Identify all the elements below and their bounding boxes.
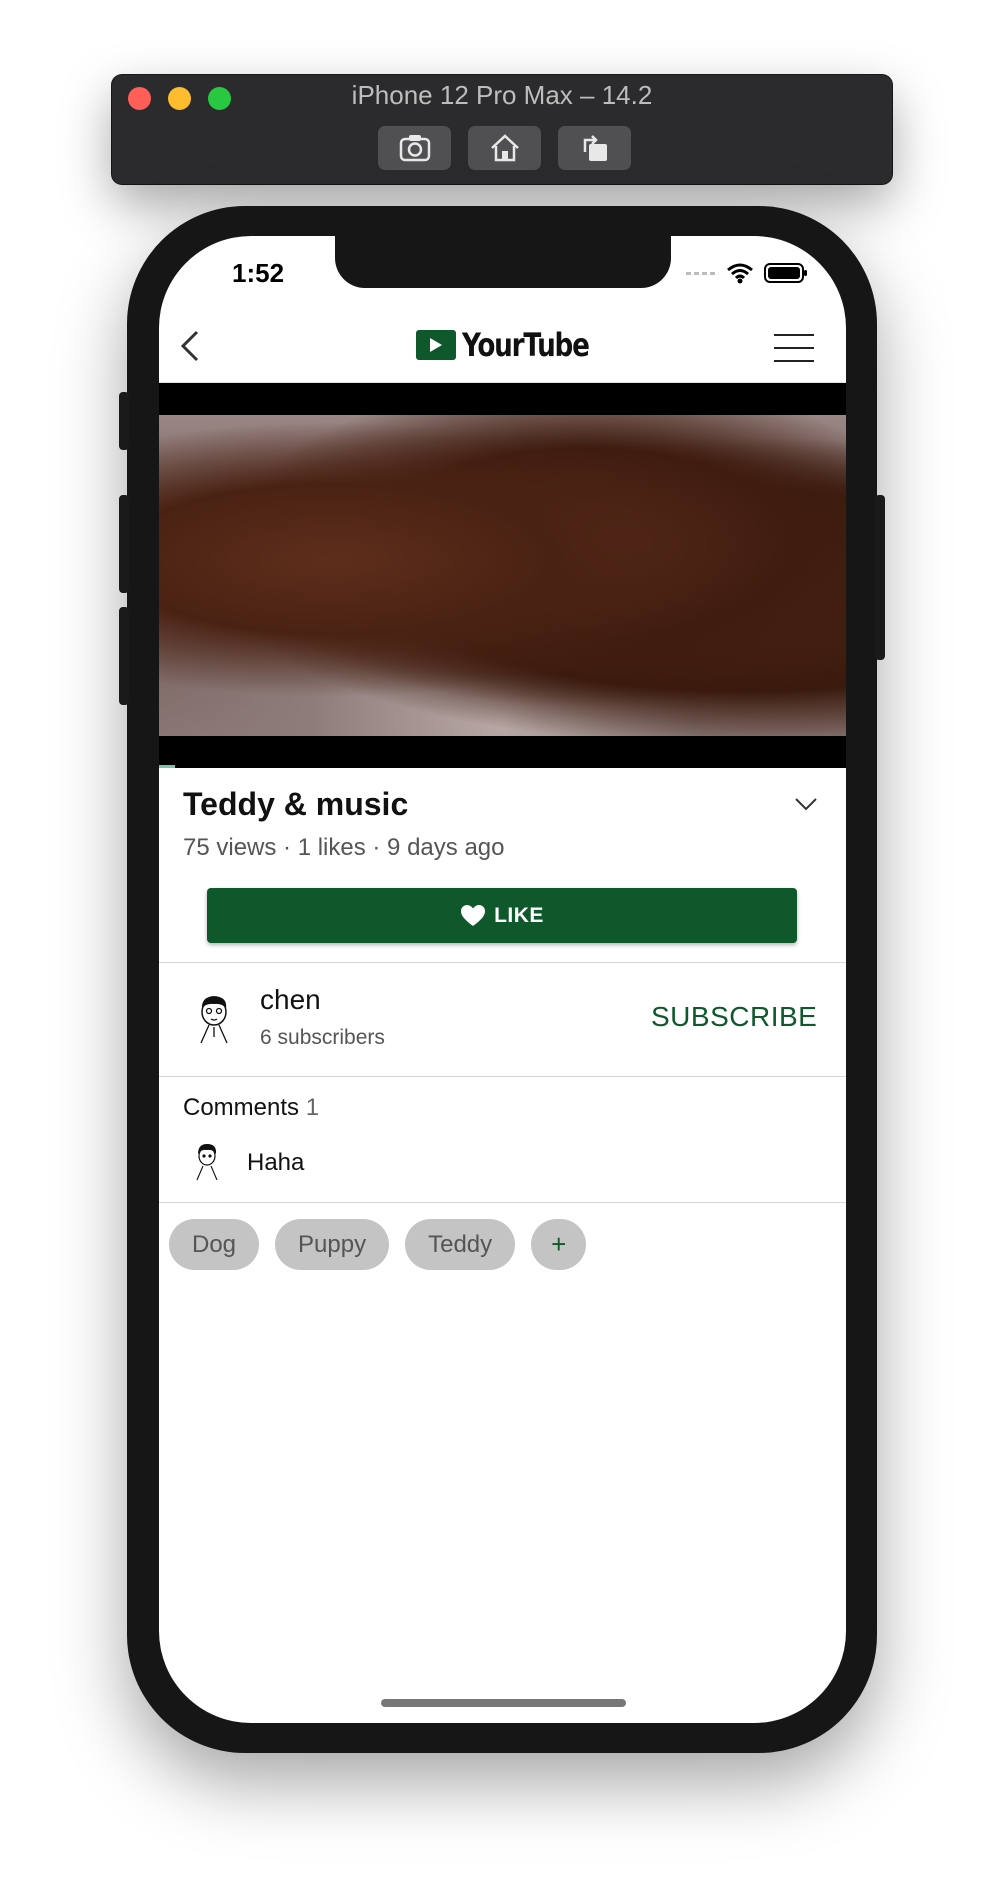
back-chevron-icon: [180, 330, 199, 362]
comments-header[interactable]: Comments 1: [183, 1094, 319, 1122]
home-indicator[interactable]: [381, 1699, 626, 1707]
rotate-icon: [583, 135, 607, 161]
comments-count: 1: [305, 1094, 320, 1121]
add-tag-button[interactable]: +: [531, 1219, 587, 1270]
heart-icon: [461, 904, 486, 926]
screenshot-icon: [399, 135, 430, 162]
divider: [159, 962, 846, 963]
simulator-title: iPhone 12 Pro Max – 14.2: [351, 80, 653, 110]
tag-chips: Dog Puppy Teddy +: [169, 1219, 587, 1270]
video-title: Teddy & music: [183, 786, 409, 822]
tag-chip-dog[interactable]: Dog: [169, 1219, 260, 1270]
divider: [159, 1202, 846, 1203]
battery-icon: [764, 263, 807, 283]
home-icon: [490, 134, 519, 162]
wifi-icon: [727, 263, 753, 284]
comment-avatar: [196, 1144, 218, 1181]
notch: [335, 236, 671, 288]
logo-text: YourTube: [462, 326, 590, 364]
video-meta: 75 views · 1 likes · 9 days ago: [183, 834, 505, 861]
volume-up-button: [119, 495, 129, 593]
chevron-down-icon: [795, 798, 817, 811]
play-logo-icon: [416, 330, 456, 360]
back-button[interactable]: [177, 328, 205, 364]
comments-label: Comments: [183, 1094, 300, 1121]
expand-details-button[interactable]: [794, 792, 818, 816]
divider: [159, 1076, 846, 1077]
menu-icon: [774, 334, 814, 336]
phone-screen: 1:52 YourTube Teddy & music 75 views · 1…: [159, 236, 846, 1723]
rotate-button[interactable]: [558, 126, 631, 170]
subscribe-button[interactable]: SUBSCRIBE: [651, 1001, 817, 1033]
comment-text: Haha: [247, 1149, 305, 1176]
nav-bar: YourTube: [159, 306, 846, 383]
like-button[interactable]: LIKE: [207, 888, 797, 943]
screenshot-button[interactable]: [378, 126, 451, 170]
status-time: 1:52: [232, 258, 285, 288]
video-player[interactable]: [159, 383, 846, 768]
menu-button[interactable]: [774, 334, 814, 362]
channel-avatar[interactable]: [193, 993, 235, 1045]
volume-down-button: [119, 607, 129, 705]
power-button: [875, 495, 885, 660]
video-frame: [159, 415, 846, 736]
cellular-signal-icon: [686, 272, 715, 275]
silent-switch: [119, 392, 129, 450]
tag-chip-teddy[interactable]: Teddy: [405, 1219, 516, 1270]
channel-name[interactable]: chen: [260, 984, 321, 1016]
status-icons: [686, 262, 808, 284]
video-progress[interactable]: [159, 765, 175, 768]
app-logo[interactable]: YourTube: [416, 326, 616, 364]
home-button[interactable]: [468, 126, 541, 170]
like-label: LIKE: [494, 903, 544, 927]
tag-chip-puppy[interactable]: Puppy: [275, 1219, 390, 1270]
subscriber-count: 6 subscribers: [260, 1026, 385, 1049]
